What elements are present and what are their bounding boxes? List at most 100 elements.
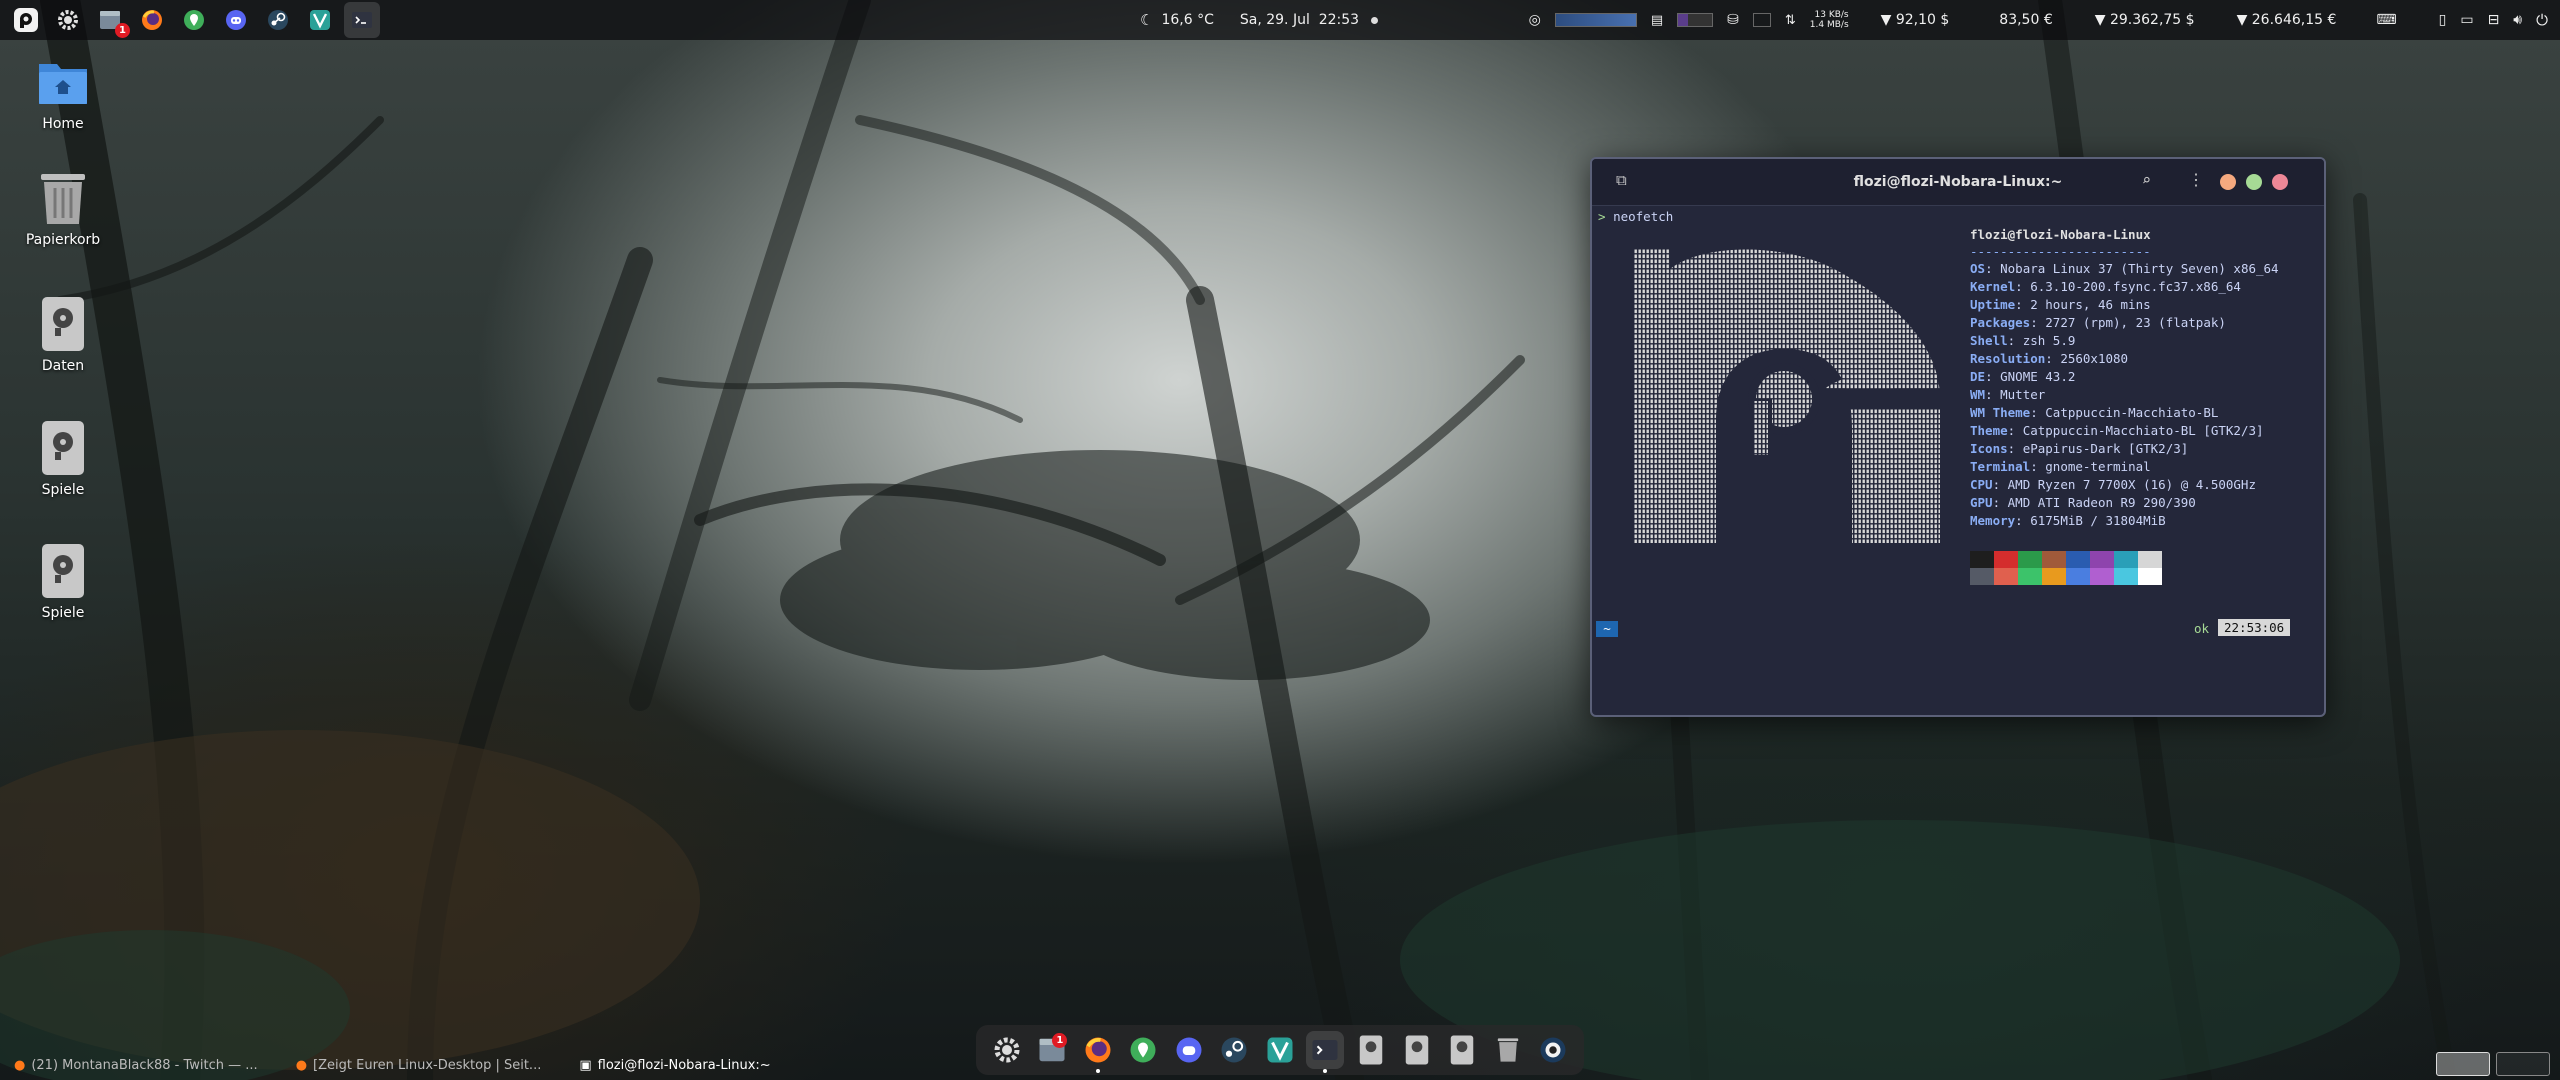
network-speed[interactable]: 13 KB/s 1.4 MB/s (1810, 10, 1849, 30)
palette-swatch (2066, 568, 2090, 585)
network-wired-icon[interactable]: ⊟ (2488, 12, 2500, 28)
info-key: Uptime (1970, 297, 2016, 312)
price-ticker-2[interactable]: 83,50 € (1999, 12, 2052, 28)
desktop-icon-home[interactable]: Home (18, 54, 108, 132)
desktop-icon-trash[interactable]: Papierkorb (18, 170, 108, 248)
palette-swatch (2090, 568, 2114, 585)
task-firefox-twitch[interactable]: ● (21) MontanaBlack88 - Twitch — ... (6, 1058, 266, 1073)
dock-trash-icon[interactable] (1489, 1031, 1527, 1069)
neofetch-separator: ------------------------ (1970, 244, 2151, 259)
disk-graph[interactable] (1752, 13, 1771, 27)
search-icon[interactable]: ⌕ (2142, 171, 2151, 189)
neofetch-info-row: Resolution: 2560x1080 (1970, 351, 2279, 369)
dock-firefox-icon[interactable] (1079, 1031, 1117, 1073)
firefox-icon[interactable] (134, 2, 170, 38)
settings-gear-icon[interactable] (50, 2, 86, 38)
info-value: 2727 (rpm), 23 (flatpak) (2045, 315, 2226, 330)
info-value: 2560x1080 (2060, 351, 2129, 366)
desktop-icon-daten[interactable]: Daten (18, 296, 108, 374)
palette-swatch (2018, 551, 2042, 568)
dock-discord-icon[interactable] (1170, 1031, 1208, 1069)
minimize-button[interactable] (2220, 174, 2236, 190)
top-panel-left: 1 (8, 0, 380, 40)
drive-icon (35, 296, 91, 352)
task-firefox-forum[interactable]: ● [Zeigt Euren Linux-Desktop | Seit... (288, 1058, 550, 1073)
weather-indicator[interactable]: ☾ 16,6 °C (1140, 11, 1214, 29)
phone-icon[interactable]: ▯ (2439, 12, 2447, 28)
info-key: Icons (1970, 441, 2008, 456)
nobara-ascii-logo (1634, 249, 1940, 543)
date-time: Sa, 29. Jul 22:53 (1239, 12, 1360, 28)
dock-drive-icon[interactable] (1352, 1031, 1390, 1069)
network-arrows-icon[interactable]: ⇅ (1785, 13, 1796, 28)
top-panel-right: ◎ ▤ ⛁ ⇅ 13 KB/s 1.4 MB/s ▼ 92,10 $ 83,50… (1529, 0, 2548, 40)
info-separator: : (1985, 387, 2001, 402)
info-separator: : (1992, 477, 2008, 492)
neofetch-info-row: WM Theme: Catppuccin-Macchiato-BL (1970, 405, 2279, 423)
memory-graph[interactable] (1677, 13, 1714, 27)
cwd-indicator: ~ (1596, 621, 1618, 637)
info-value: Catppuccin-Macchiato-BL (2045, 405, 2219, 420)
maps-icon[interactable] (176, 2, 212, 38)
terminal-icon[interactable] (344, 2, 380, 38)
top-panel: 1 ☾ 16,6 °C Sa, 29. Jul 22:53 ◎ ▤ ⛁ ⇅ 13… (0, 0, 2560, 40)
dock-software-icon[interactable]: 1 (1033, 1031, 1071, 1069)
info-value: Catppuccin-Macchiato-BL [GTK2/3] (2022, 423, 2264, 438)
info-separator: : (2045, 351, 2061, 366)
volume-icon[interactable]: 🔊︎ (2513, 12, 2522, 28)
vscodium-icon[interactable] (302, 2, 338, 38)
desktop-icon-label: Spiele (41, 605, 85, 621)
clock-indicator[interactable]: Sa, 29. Jul 22:53 (1239, 12, 1379, 28)
power-icon[interactable]: ⏻ (2536, 11, 2548, 29)
neofetch-info-row: WM: Mutter (1970, 387, 2279, 405)
dock-steam-icon[interactable] (1215, 1031, 1253, 1069)
terminal-titlebar[interactable]: ⧉ flozi@flozi-Nobara-Linux:~ ⌕ ⋮ (1592, 159, 2324, 206)
dock-drive-icon[interactable] (1398, 1031, 1436, 1069)
info-value: 2 hours, 46 mins (2030, 297, 2151, 312)
maximize-button[interactable] (2246, 174, 2262, 190)
info-separator: : (1992, 495, 2008, 510)
nobara-menu-icon[interactable] (8, 2, 44, 38)
palette-swatch (1970, 551, 1994, 568)
dock-vscodium-icon[interactable] (1261, 1031, 1299, 1069)
price-ticker-1[interactable]: ▼ 92,10 $ (1881, 12, 1950, 28)
info-key: WM (1970, 387, 1986, 402)
info-key: Theme (1970, 423, 2008, 438)
desktop-icon-spiele-1[interactable]: Spiele (18, 420, 108, 498)
info-separator: : (2007, 333, 2023, 348)
dock-maps-icon[interactable] (1124, 1031, 1162, 1069)
trash-icon (35, 170, 91, 226)
memory-icon[interactable]: ▤ (1651, 13, 1663, 28)
price-ticker-4[interactable]: ▼ 26.646,15 € (2237, 12, 2337, 28)
info-value: GNOME 43.2 (2000, 369, 2076, 384)
dock-drive-icon[interactable] (1443, 1031, 1481, 1069)
task-terminal[interactable]: ▣ flozi@flozi-Nobara-Linux:~ (571, 1058, 778, 1073)
workspace-2[interactable] (2496, 1052, 2550, 1076)
terminal-window[interactable]: ⧉ flozi@flozi-Nobara-Linux:~ ⌕ ⋮ > neofe… (1590, 157, 2326, 717)
info-value: 6.3.10-200.fsync.fc37.x86_64 (2030, 279, 2241, 294)
task-label: [Zeigt Euren Linux-Desktop | Seit... (313, 1057, 542, 1073)
disk-icon[interactable]: ⛁ (1727, 12, 1739, 28)
network-upload: 13 KB/s (1814, 10, 1849, 20)
gamepad-icon[interactable]: ⌨ (2376, 12, 2396, 28)
workspace-1[interactable] (2436, 1052, 2490, 1076)
info-separator: : (1985, 369, 2001, 384)
info-key: CPU (1970, 477, 1993, 492)
menu-kebab-icon[interactable]: ⋮ (2188, 170, 2204, 189)
dock-terminal-icon[interactable] (1306, 1031, 1345, 1073)
discord-icon[interactable] (218, 2, 254, 38)
dock-show-apps-icon[interactable] (1534, 1031, 1572, 1069)
palette-swatch (2042, 568, 2066, 585)
desktop-icon-label: Daten (41, 358, 85, 374)
desktop-icon-spiele-2[interactable]: Spiele (18, 543, 108, 621)
info-key: Memory (1970, 513, 2016, 528)
software-store-icon[interactable]: 1 (92, 2, 130, 38)
dock-settings-icon[interactable] (988, 1031, 1026, 1069)
drive-icon (35, 543, 91, 599)
price-ticker-3[interactable]: ▼ 29.362,75 $ (2095, 12, 2195, 28)
screen-icon[interactable]: ▭ (2460, 12, 2473, 28)
cpu-graph[interactable] (1554, 13, 1637, 27)
close-button[interactable] (2272, 174, 2288, 190)
steam-icon[interactable] (260, 2, 296, 38)
cpu-chip-icon[interactable]: ◎ (1529, 12, 1541, 28)
